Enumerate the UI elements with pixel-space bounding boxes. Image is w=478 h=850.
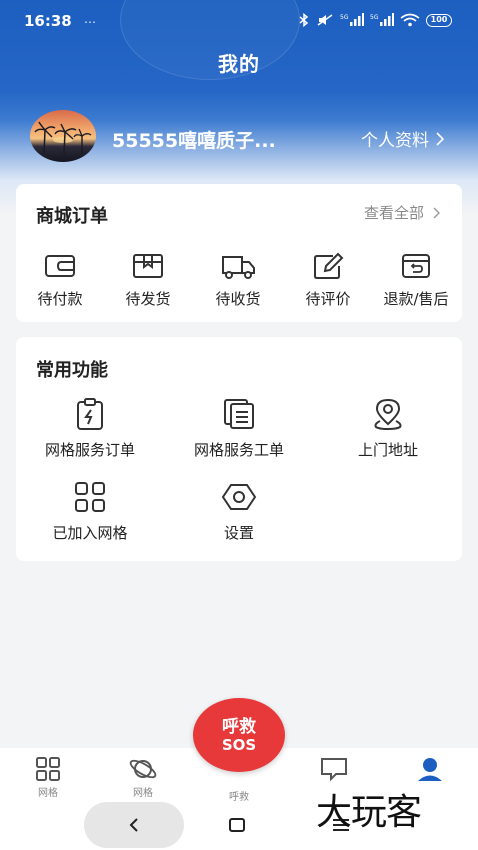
- mute-icon: [317, 14, 333, 26]
- signal-5g-icon: 5G: [340, 13, 364, 26]
- wifi-icon: [400, 13, 420, 27]
- order-label: 待评价: [305, 290, 351, 308]
- svg-text:5G: 5G: [370, 14, 379, 21]
- nav-tab-messages[interactable]: [304, 756, 364, 784]
- order-label: 待发货: [125, 290, 171, 308]
- joined-grid[interactable]: 已加入网格: [15, 480, 165, 543]
- view-all-label: 查看全部: [363, 204, 424, 222]
- person-icon: [418, 758, 442, 781]
- signal-5g-icon-2: 5G: [370, 13, 394, 26]
- sos-label-en: SOS: [221, 736, 257, 754]
- status-icons: 5G 5G 100: [298, 13, 452, 27]
- system-home-button[interactable]: [229, 818, 245, 832]
- grid-icon: [75, 482, 105, 512]
- settings[interactable]: 设置: [164, 480, 314, 543]
- mall-orders-card: 商城订单 查看全部 待付款 待发货 待收货 待评价 退款/售后: [16, 184, 462, 322]
- nav-tab-rescue[interactable]: 呼救: [209, 786, 269, 803]
- grid-service-order[interactable]: 网格服务订单: [15, 397, 165, 460]
- avatar[interactable]: [30, 110, 96, 162]
- message-icon: [321, 758, 347, 782]
- settings-icon: [221, 484, 257, 510]
- function-label: 已加入网格: [52, 524, 128, 542]
- common-functions-card: 常用功能 网格服务订单 网格服务工单 上门地址 已加入网格 设置: [16, 337, 462, 561]
- order-pending-receipt[interactable]: 待收货: [198, 252, 278, 309]
- order-pending-shipment[interactable]: 待发货: [108, 252, 188, 309]
- status-bar: 16:38 … 5G 5G 100: [0, 0, 478, 42]
- nav-tab-grid[interactable]: 网格: [18, 756, 78, 799]
- avatar-image: [34, 121, 92, 155]
- order-pending-review[interactable]: 待评价: [288, 252, 368, 309]
- chevron-right-icon: [436, 131, 444, 146]
- view-all-orders-link[interactable]: 查看全部: [364, 202, 440, 223]
- common-functions-title: 常用功能: [36, 360, 108, 381]
- nav-label: 网格: [38, 788, 58, 799]
- username[interactable]: 55555嘻嘻质子...: [112, 126, 276, 153]
- status-notification-dots: …: [84, 12, 96, 26]
- order-pending-payment[interactable]: 待付款: [20, 252, 100, 309]
- wallet-icon: [45, 255, 75, 277]
- clipboard-icon: [77, 398, 103, 430]
- system-back-button[interactable]: [84, 802, 184, 848]
- function-label: 网格服务工单: [193, 441, 284, 459]
- profile-link-label: 个人资料: [361, 131, 429, 151]
- page-title: 我的: [218, 52, 260, 76]
- bluetooth-icon: [299, 13, 309, 27]
- box-icon: [133, 254, 163, 278]
- order-label: 待收货: [215, 290, 261, 308]
- refund-icon: [402, 254, 430, 278]
- order-refund[interactable]: 退款/售后: [376, 252, 456, 309]
- planet-icon: [129, 759, 157, 779]
- profile-link[interactable]: 个人资料: [361, 126, 444, 151]
- function-label: 设置: [223, 524, 254, 542]
- nav-tab-grid-2[interactable]: 网格: [113, 756, 173, 799]
- my-page-screen: 16:38 … 5G 5G 100 我的 55555嘻嘻质子... 个人资料 商…: [0, 0, 478, 850]
- mall-orders-title: 商城订单: [36, 206, 108, 227]
- chevron-right-icon: [433, 207, 440, 218]
- svg-text:5G: 5G: [340, 14, 349, 21]
- home-address[interactable]: 上门地址: [313, 397, 463, 460]
- grid-icon: [36, 757, 60, 781]
- chevron-left-icon: [129, 818, 138, 832]
- edit-icon: [314, 252, 344, 279]
- nav-label: 呼救: [229, 792, 249, 803]
- status-time: 16:38: [24, 12, 72, 30]
- location-icon: [374, 398, 402, 431]
- function-label: 上门地址: [357, 441, 418, 459]
- function-label: 网格服务订单: [44, 441, 135, 459]
- order-label: 待付款: [37, 290, 83, 308]
- nav-tab-mine[interactable]: [400, 756, 460, 784]
- order-label: 退款/售后: [383, 290, 449, 308]
- sos-label-cn: 呼救: [222, 717, 256, 737]
- sos-button[interactable]: 呼救 SOS: [193, 698, 285, 772]
- watermark: 大玩客: [316, 792, 422, 833]
- nav-label: 网格: [133, 788, 153, 799]
- truck-icon: [222, 256, 255, 279]
- documents-icon: [224, 399, 254, 429]
- grid-service-workorder[interactable]: 网格服务工单: [164, 397, 314, 460]
- battery-indicator: 100: [426, 13, 452, 27]
